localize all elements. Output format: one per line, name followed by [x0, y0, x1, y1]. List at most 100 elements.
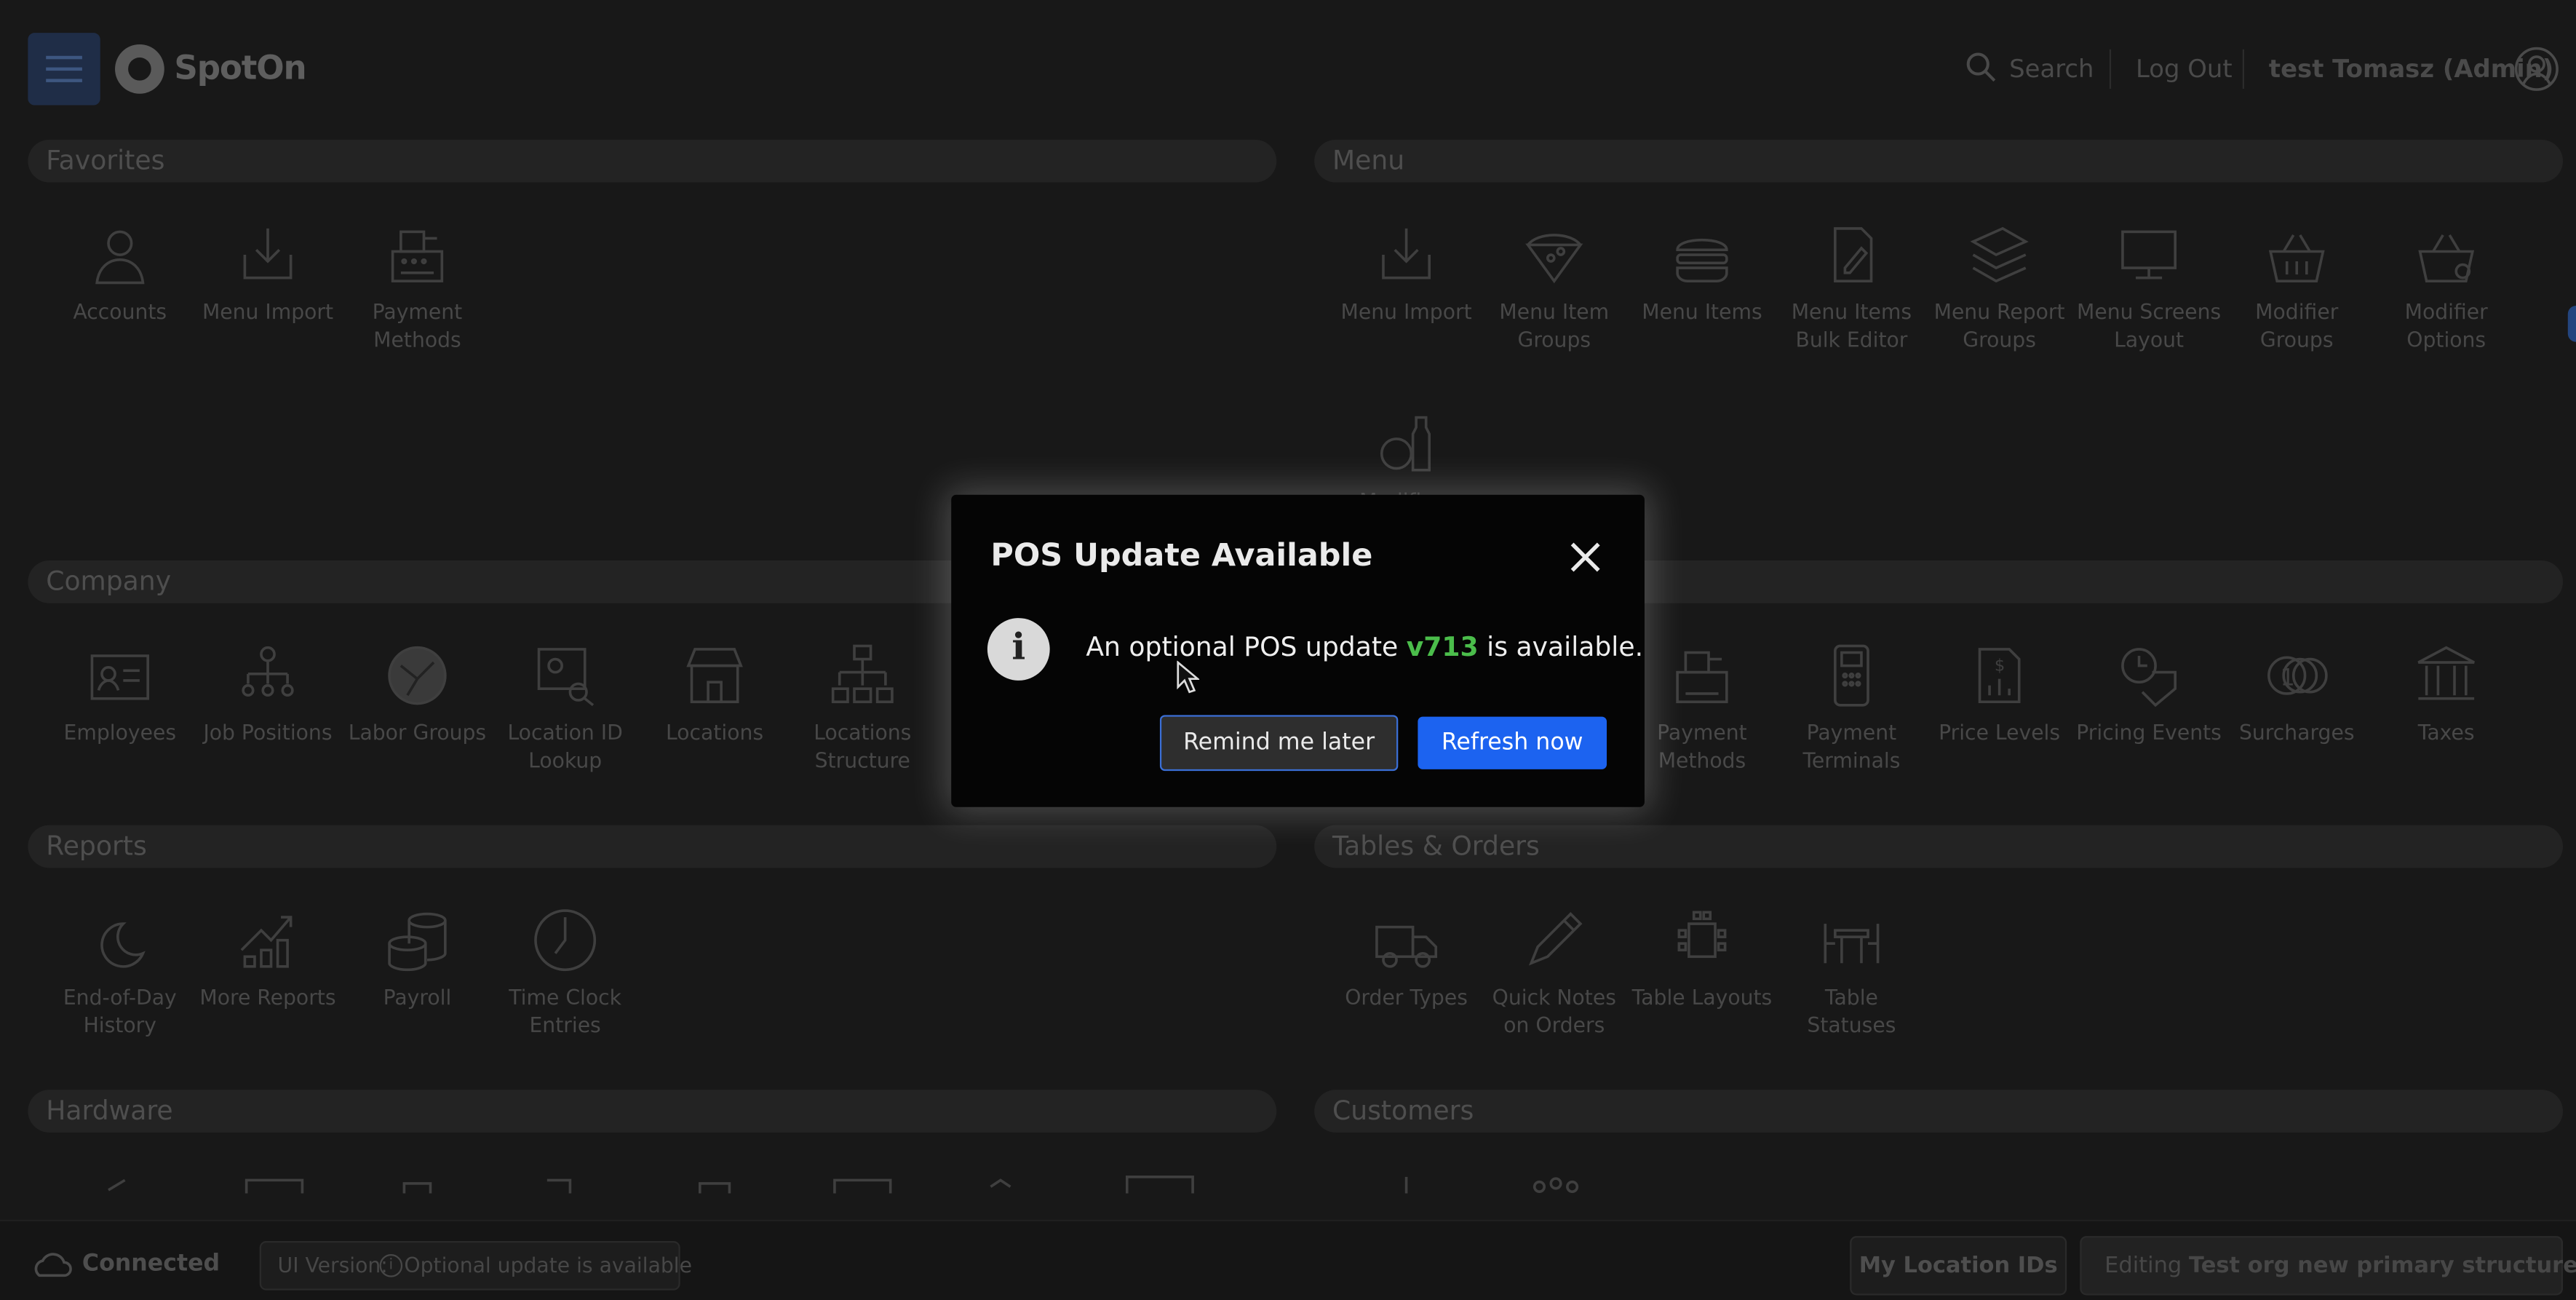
tile-order-types[interactable]: Order Types	[1332, 908, 1480, 1011]
tile-modifier-options[interactable]: Modifier Options	[2372, 222, 2520, 354]
spoton-logo-icon	[115, 44, 164, 94]
tile-label: Table Statuses	[1807, 984, 1896, 1037]
tile-surcharges[interactable]: 1 Surcharges	[2223, 643, 2371, 746]
tile-label: Pricing Events	[2076, 720, 2222, 745]
remind-me-later-button[interactable]: Remind me later	[1159, 715, 1399, 772]
hardware-icons-row-clipped	[0, 1173, 2576, 1194]
basket-icon	[2264, 222, 2329, 288]
tile-payment-terminals[interactable]: Payment Terminals	[1778, 643, 1925, 774]
search-icon[interactable]	[1965, 51, 1997, 84]
logout-link[interactable]: Log Out	[2136, 55, 2233, 84]
pen-icon	[1522, 908, 1587, 973]
side-handle[interactable]	[2567, 306, 2576, 342]
import-icon	[1373, 222, 1439, 288]
hamburger-line	[46, 55, 82, 60]
section-title: Tables & Orders	[1332, 830, 1540, 862]
tile-employees[interactable]: Employees	[46, 643, 194, 746]
tile-job-positions[interactable]: Job Positions	[194, 643, 341, 746]
tile-table-statuses[interactable]: Table Statuses	[1778, 908, 1925, 1039]
tile-locations-structure[interactable]: Locations Structure	[789, 643, 937, 774]
tile-label: Location ID Lookup	[507, 720, 623, 773]
search-link[interactable]: Search	[2009, 55, 2094, 84]
hierarchy-icon	[830, 643, 895, 708]
pos-update-dialog: POS Update Available i An optional POS u…	[951, 494, 1645, 807]
layers-icon	[1966, 222, 2032, 288]
info-icon: i	[987, 618, 1050, 681]
tile-label: Menu Import	[202, 298, 334, 324]
tile-menu-screens-layout[interactable]: Menu Screens Layout	[2075, 222, 2222, 354]
tile-modifier-groups[interactable]: Modifier Groups	[2223, 222, 2371, 354]
import-icon	[235, 222, 301, 288]
tile-label: Menu Import	[1340, 298, 1472, 324]
tile-label: Menu Item Groups	[1499, 298, 1610, 352]
tile-label: Modifier Options	[2404, 298, 2488, 352]
tile-label: Accounts	[73, 298, 167, 324]
tile-label: Taxes	[2417, 720, 2475, 745]
version-badge: v713	[1406, 631, 1479, 663]
tile-label: Menu Items	[1642, 298, 1762, 324]
svg-text:1: 1	[2281, 665, 2295, 691]
section-favorites: Favorites	[28, 139, 1277, 183]
clock-icon	[532, 908, 597, 973]
cloud-icon	[30, 1248, 73, 1280]
message-before: An optional POS update	[1086, 631, 1399, 663]
growth-chart-icon	[235, 908, 301, 973]
location-search-icon	[532, 643, 597, 708]
tile-menu-import-2[interactable]: Menu Import	[1332, 222, 1480, 325]
hamburger-menu-button[interactable]	[28, 33, 100, 106]
tile-label: Menu Screens Layout	[2076, 298, 2222, 352]
tile-label: Price Levels	[1939, 720, 2061, 745]
ui-version-badge[interactable]: UI Version: i Optional update is availab…	[259, 1240, 692, 1291]
close-icon[interactable]	[1566, 537, 1605, 576]
moon-icon	[87, 908, 153, 973]
price-document-icon: $	[1966, 643, 2032, 708]
editing-structure-button[interactable]: Editing Test org new primary structure	[2080, 1236, 2576, 1296]
user-avatar-icon[interactable]	[2513, 46, 2559, 92]
editing-label: Editing Test org new primary structure	[2104, 1253, 2576, 1279]
section-customers: Customers	[1314, 1090, 2564, 1133]
tile-menu-items-bulk-editor[interactable]: Menu Items Bulk Editor	[1778, 222, 1925, 354]
drinks-icon	[1373, 411, 1439, 477]
tile-end-of-day-history[interactable]: End-of-Day History	[46, 908, 194, 1039]
id-card-icon	[87, 643, 153, 708]
tile-quick-notes-on-orders[interactable]: Quick Notes on Orders	[1480, 908, 1628, 1039]
divider	[2109, 49, 2112, 89]
bank-icon	[2414, 643, 2479, 708]
tile-time-clock-entries[interactable]: Time Clock Entries	[491, 908, 639, 1039]
tile-location-id-lookup[interactable]: Location ID Lookup	[491, 643, 639, 774]
user-icon	[87, 222, 153, 288]
tile-labor-groups[interactable]: Labor Groups	[343, 643, 491, 746]
tile-label: Job Positions	[203, 720, 333, 745]
tile-table-layouts[interactable]: Table Layouts	[1628, 908, 1776, 1011]
tile-accounts[interactable]: Accounts	[46, 222, 194, 325]
tile-label: End-of-Day History	[63, 984, 177, 1037]
dialog-title: POS Update Available	[990, 537, 1373, 574]
tile-label: Employees	[63, 720, 177, 745]
hamburger-line	[46, 67, 82, 71]
tile-menu-report-groups[interactable]: Menu Report Groups	[1925, 222, 2073, 354]
monitor-icon	[2116, 222, 2182, 288]
tile-locations[interactable]: Locations	[641, 643, 789, 746]
refresh-now-button[interactable]: Refresh now	[1418, 716, 1607, 769]
section-title: Favorites	[46, 144, 165, 176]
tile-menu-import[interactable]: Menu Import	[194, 222, 341, 325]
tile-taxes[interactable]: Taxes	[2372, 643, 2520, 746]
tile-menu-items[interactable]: Menu Items	[1628, 222, 1776, 325]
delivery-truck-icon	[1373, 908, 1439, 973]
my-location-ids-button[interactable]: My Location IDs	[1850, 1236, 2067, 1296]
tile-price-levels[interactable]: $ Price Levels	[1925, 643, 2073, 746]
tile-payment-methods-2[interactable]: Payment Methods	[1628, 643, 1776, 774]
tile-label: Surcharges	[2238, 720, 2355, 745]
section-title: Hardware	[46, 1094, 173, 1126]
tile-more-reports[interactable]: More Reports	[194, 908, 341, 1011]
store-icon	[682, 643, 747, 708]
section-menu: Menu	[1314, 139, 2564, 183]
section-reports: Reports	[28, 825, 1277, 868]
tile-pricing-events[interactable]: Pricing Events	[2075, 643, 2222, 746]
tile-payment-methods[interactable]: Payment Methods	[343, 222, 491, 354]
coins-icon: 1	[2264, 643, 2329, 708]
tile-menu-item-groups[interactable]: Menu Item Groups	[1480, 222, 1628, 354]
coin-stack-icon	[384, 908, 450, 973]
user-name[interactable]: test Tomasz (Admin)	[2269, 55, 2553, 84]
tile-payroll[interactable]: Payroll	[343, 908, 491, 1011]
